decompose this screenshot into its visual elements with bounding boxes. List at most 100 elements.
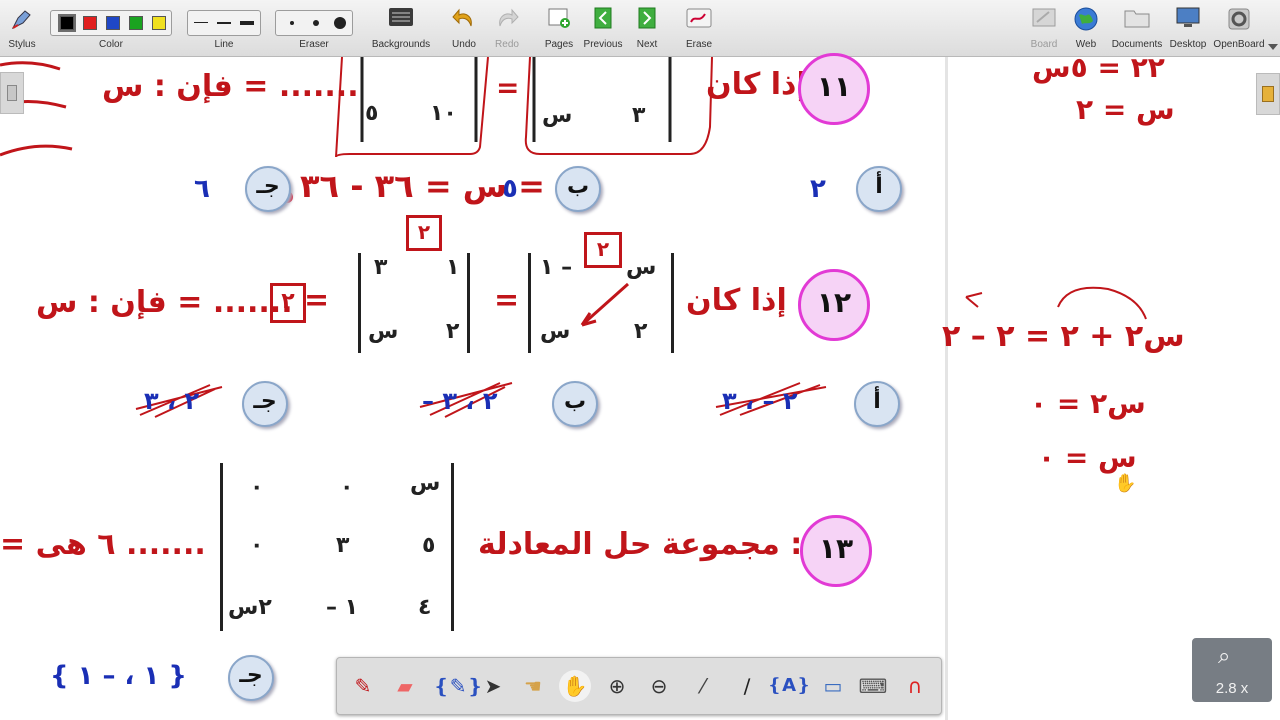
pen-tool-icon[interactable]: ✎	[347, 670, 379, 702]
q12-option-c-letter: جـ	[253, 389, 277, 414]
color-swatch-black[interactable]	[58, 14, 76, 32]
web-label: Web	[1075, 39, 1097, 50]
eraser-large-option[interactable]	[334, 17, 346, 29]
pages-button[interactable]: Pages	[540, 2, 578, 54]
magnet-icon[interactable]: ∩	[899, 670, 931, 702]
q12-option-b[interactable]: ب	[552, 381, 598, 427]
side-panel-handle[interactable]	[1256, 73, 1280, 115]
toolbar-overflow-icon[interactable]	[1268, 44, 1278, 50]
q12-option-a-value: ٢ – ، ٣	[722, 387, 798, 415]
q12-boxed-right: ٢	[584, 232, 622, 268]
color-swatch-red[interactable]	[83, 16, 97, 30]
eraser-medium-option[interactable]	[313, 20, 319, 26]
q11-left-r2c1: ١٠	[430, 101, 457, 126]
keyboard-icon[interactable]: ⌨	[857, 670, 889, 702]
interact-hand-icon[interactable]: ☚	[517, 670, 549, 702]
undo-icon	[452, 8, 472, 27]
q11-work: س = ٣٦ - ٣٦ =	[300, 167, 545, 205]
backgrounds-button[interactable]: Backgrounds	[368, 2, 434, 54]
q12-option-c-value: ٢ ، ٣	[144, 387, 200, 415]
hand-tool-icon[interactable]: ✋	[559, 670, 591, 702]
q13-r3c3: ٢س	[228, 595, 272, 620]
zoom-in-icon[interactable]: ⊕	[601, 670, 633, 702]
openboard-button[interactable]: OpenBoard	[1212, 2, 1266, 54]
q12-option-c[interactable]: جـ	[242, 381, 288, 427]
side-line1: ٢٢ = ٥س	[1032, 51, 1165, 84]
q12-det2-r1c1: ١	[446, 255, 460, 280]
stylus-label: Stylus	[8, 39, 36, 50]
q13-option-c-letter: جـ	[239, 663, 263, 688]
q12-option-b-letter: ب	[563, 389, 587, 414]
q11-option-c-value: ٦	[194, 174, 210, 204]
desktop-button[interactable]: Desktop	[1166, 2, 1210, 54]
q11-right-r2c1: ٣	[632, 103, 646, 128]
q12-option-b-value: – ٢ ، ٣	[422, 387, 498, 415]
undo-label: Undo	[452, 39, 476, 50]
erase-label: Erase	[685, 39, 713, 50]
q12-boxed-mid: ٢	[406, 215, 442, 251]
line-tool: Line	[184, 2, 264, 54]
line-medium-option[interactable]	[217, 22, 231, 24]
eraser-tool-icon[interactable]: ▰	[389, 670, 421, 702]
q12-equals-mid: =	[494, 283, 520, 318]
q11-right-r2c2: س	[542, 103, 573, 128]
backgrounds-label: Backgrounds	[371, 39, 431, 50]
q12-det2-r2c2: س	[368, 319, 399, 344]
q13-option-c-value: { ١ ، – ١ }	[50, 661, 187, 691]
laser-pointer-icon[interactable]: ⁄	[687, 670, 719, 702]
q13-suffix: = ٦ هى .......	[0, 527, 206, 562]
zoom-out-icon[interactable]: ⊖	[643, 670, 675, 702]
selector-tool-icon[interactable]: ➤	[477, 670, 509, 702]
eraser-small-option[interactable]	[290, 21, 294, 25]
line-thick-option[interactable]	[240, 21, 254, 25]
text-tool-icon[interactable]: ❴A❵	[767, 670, 811, 702]
line-thin-option[interactable]	[194, 22, 208, 23]
color-swatch-yellow[interactable]	[152, 16, 166, 30]
q11-number: ١١	[816, 70, 852, 103]
previous-button[interactable]: Previous	[582, 2, 624, 54]
redo-button[interactable]: Redo	[488, 2, 526, 54]
q13-option-c[interactable]: جـ	[228, 655, 274, 701]
q12-option-a[interactable]: أ	[854, 381, 900, 427]
next-button[interactable]: Next	[628, 2, 666, 54]
eraser-size-picker	[275, 10, 353, 36]
q11-option-a[interactable]: أ	[856, 166, 902, 212]
stylus-tool[interactable]: Stylus	[2, 2, 42, 54]
q12-equals-left: =	[304, 283, 330, 318]
q12-number-circle: ١٢	[798, 269, 870, 341]
redo-label: Redo	[495, 39, 519, 50]
erase-all-icon	[686, 8, 712, 28]
color-swatch-blue[interactable]	[106, 16, 120, 30]
backgrounds-icon	[389, 8, 413, 26]
q13-det-right-bar	[451, 463, 454, 631]
color-swatch-green[interactable]	[129, 16, 143, 30]
erase-button[interactable]: Erase	[680, 2, 718, 54]
pages-icon	[548, 8, 570, 28]
documents-button[interactable]: Documents	[1108, 2, 1166, 54]
q11-option-b[interactable]: ب	[555, 166, 601, 212]
capture-tool-icon[interactable]: ▭	[817, 670, 849, 702]
q12-det2-left-bar	[358, 253, 361, 353]
q11-option-c-letter: جـ	[256, 174, 280, 199]
previous-page-icon	[594, 7, 612, 29]
q12-boxed-left: ٢	[270, 283, 306, 323]
q11-option-c[interactable]: جـ	[245, 166, 291, 212]
q13-number-circle: ١٣	[800, 515, 872, 587]
side-workspace[interactable]: ٢٢ = ٥س س = ٢ س٢ + ٢ = ٢ – ٢ س٢ = ٠ س = …	[942, 51, 1280, 720]
next-page-icon	[638, 7, 656, 29]
left-panel-handle[interactable]	[0, 72, 24, 114]
line-tool-icon[interactable]: ∕	[731, 670, 763, 702]
floating-toolbar: ✎ ▰ ❴✎❵ ➤ ☚ ✋ ⊕ ⊖ ⁄ ∕ ❴A❵ ▭ ⌨ ∩	[336, 657, 942, 715]
side-line4: س٢ = ٠	[1030, 387, 1146, 420]
board-icon	[1032, 8, 1056, 27]
zoom-indicator[interactable]: ⌕ 2.8 x	[1192, 638, 1272, 702]
openboard-label: OpenBoard	[1213, 39, 1265, 50]
board-button[interactable]: Board	[1026, 2, 1062, 54]
q13-r1c3: ٠	[250, 475, 264, 500]
q11-option-a-value: ٢	[810, 174, 826, 204]
board-label: Board	[1030, 39, 1058, 50]
undo-button[interactable]: Undo	[444, 2, 484, 54]
whiteboard-page[interactable]: فإن : س = ....... ٥ ١٠ = س ٣ إذا كان : ١…	[0, 53, 947, 720]
web-button[interactable]: Web	[1068, 2, 1104, 54]
highlighter-tool-icon[interactable]: ❴✎❵	[433, 670, 483, 702]
